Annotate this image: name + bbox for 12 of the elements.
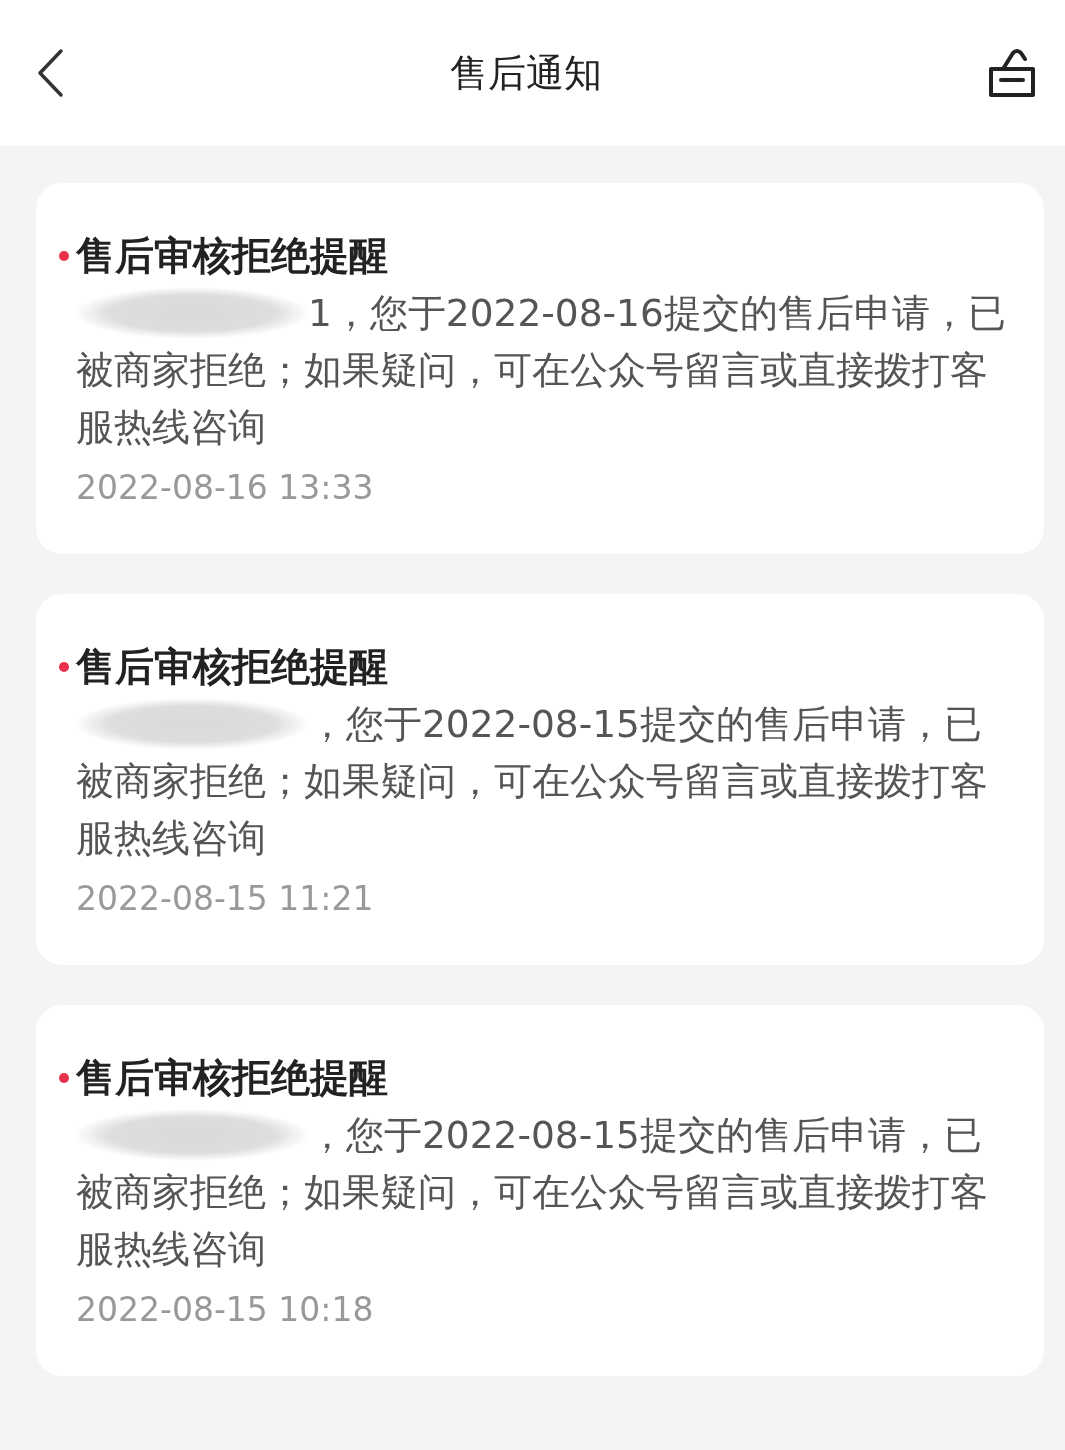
notification-card[interactable]: 售后审核拒绝提醒 ，您于2022-08-15提交的售后申请，已被商家拒绝；如果疑问，可在公众号留言或直接拨打客服热线咨询 2022-08-15 11:21 <box>36 594 1044 965</box>
notification-title: 售后审核拒绝提醒 <box>76 232 388 280</box>
notification-card[interactable]: 售后审核拒绝提醒 1，您于2022-08-16提交的售后申请，已被商家拒绝；如果疑问，可在公众号留言或直接拨打客服热线咨询 2022-08-16 13:33 <box>36 183 1044 554</box>
basket-icon[interactable] <box>987 47 1037 99</box>
notification-time: 2022-08-16 13:33 <box>75 467 375 509</box>
notification-title: 售后审核拒绝提醒 <box>76 1054 388 1102</box>
back-icon[interactable] <box>36 48 64 98</box>
notification-title: 售后审核拒绝提醒 <box>76 643 388 691</box>
notification-time: 2022-08-15 11:21 <box>75 878 375 920</box>
notification-card[interactable]: 售后审核拒绝提醒 ，您于2022-08-15提交的售后申请，已被商家拒绝；如果疑问，可在公众号留言或直接拨打客服热线咨询 2022-08-15 10:18 <box>36 1005 1044 1376</box>
notification-time: 2022-08-15 10:18 <box>75 1289 375 1331</box>
page-title: 售后通知 <box>449 49 602 97</box>
